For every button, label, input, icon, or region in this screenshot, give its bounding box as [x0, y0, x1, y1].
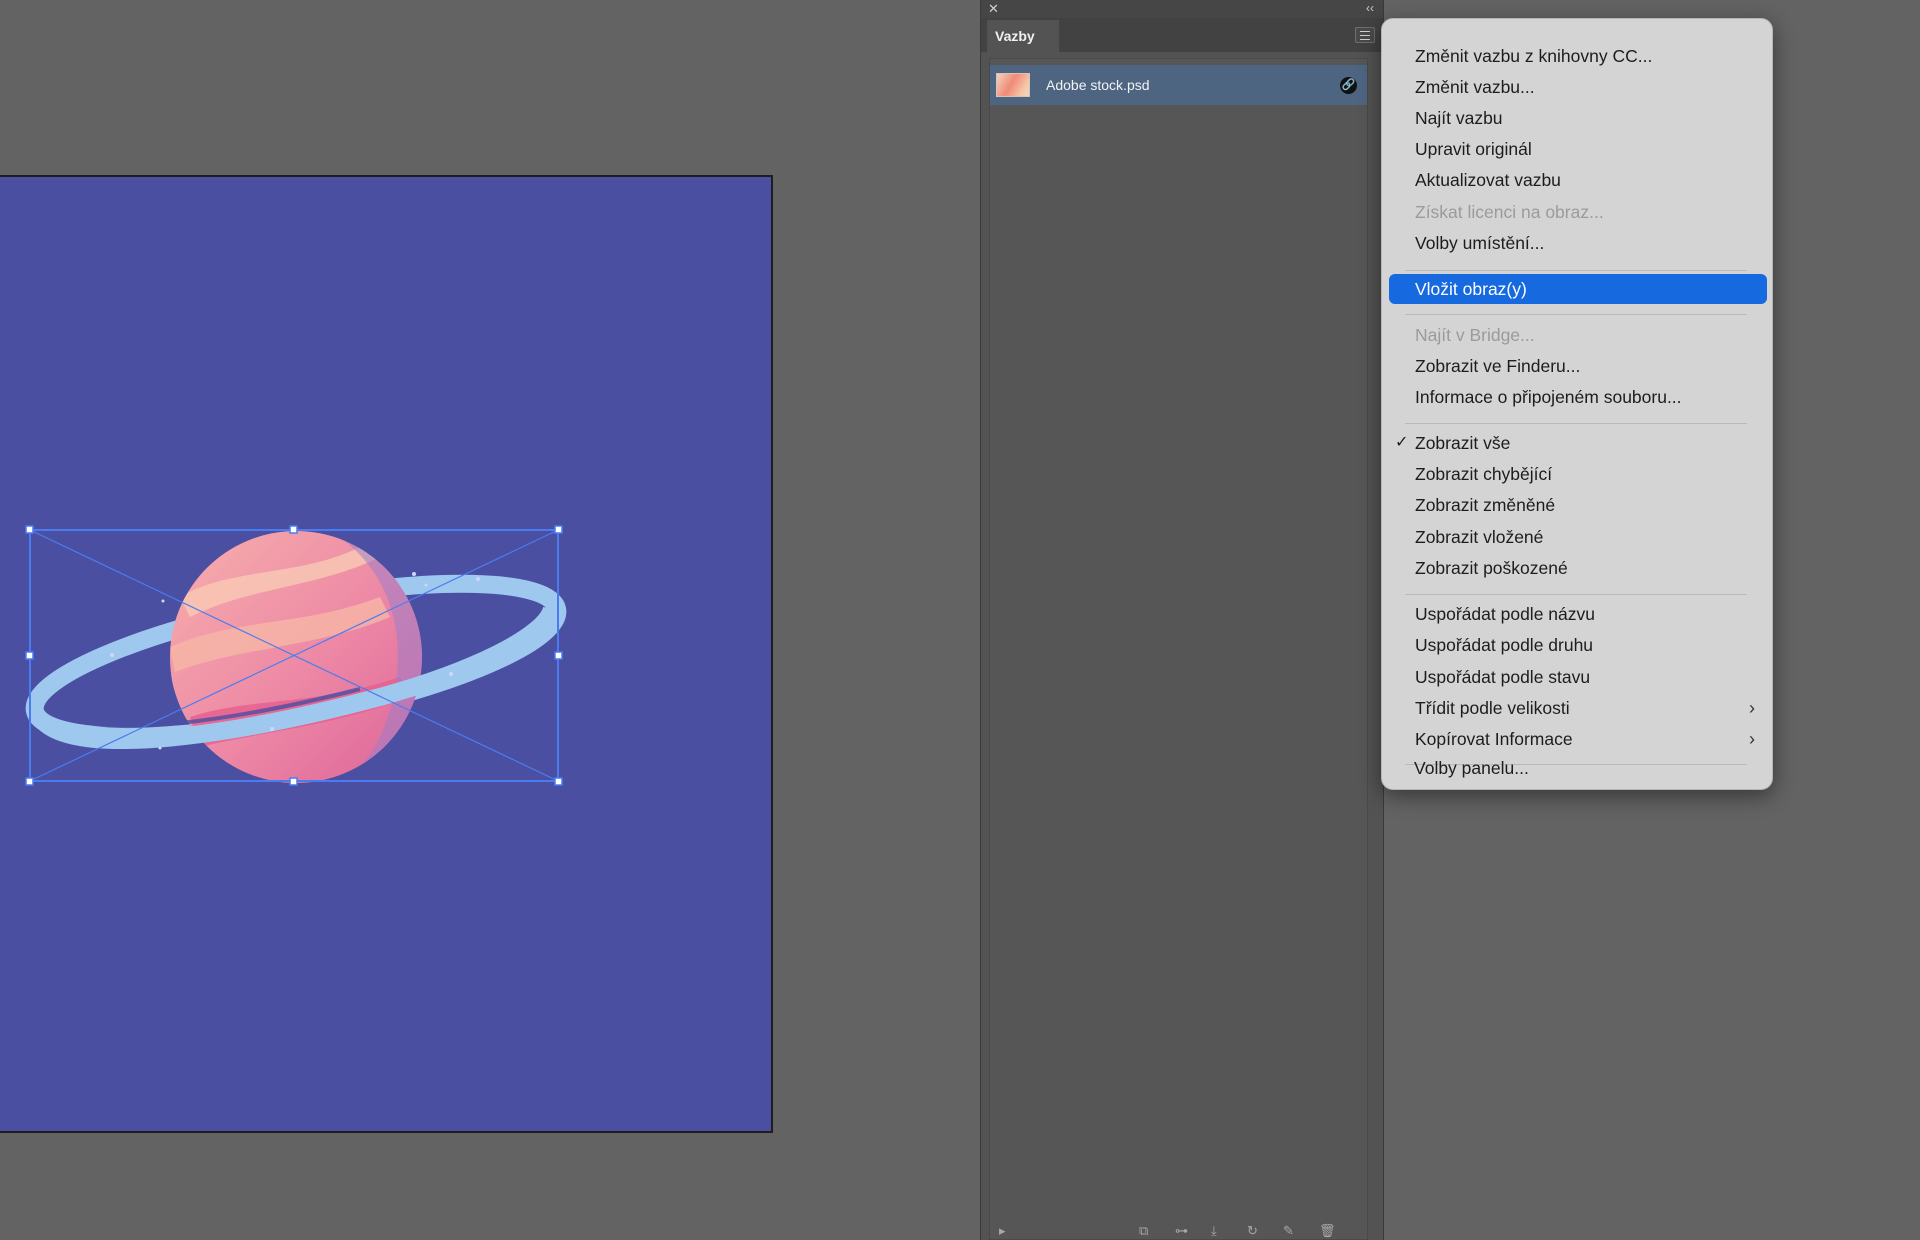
update-link-icon[interactable]: ↻: [1247, 1224, 1258, 1238]
context-menu: Změnit vazbu z knihovny CC... Změnit vaz…: [1381, 18, 1773, 790]
menu-item-relink[interactable]: Změnit vazbu...: [1389, 72, 1767, 102]
chevron-right-icon: ›: [1749, 729, 1755, 749]
list-item[interactable]: Adobe stock.psd 🔗: [990, 65, 1367, 105]
show-info-icon[interactable]: ▸: [999, 1224, 1006, 1238]
chevron-right-icon: ›: [1749, 698, 1755, 718]
menu-item-show-embedded[interactable]: Zobrazit vložené: [1389, 522, 1767, 552]
menu-item-show-modified[interactable]: Zobrazit změněné: [1389, 490, 1767, 520]
menu-item-panel-options[interactable]: Volby panelu...: [1388, 753, 1766, 783]
menu-item-reveal-in-finder[interactable]: Zobrazit ve Finderu...: [1389, 351, 1767, 381]
planet-body: [170, 531, 422, 783]
menu-item-relink-cc-library[interactable]: Změnit vazbu z knihovny CC...: [1389, 41, 1767, 71]
relink-icon[interactable]: ⊶: [1175, 1224, 1188, 1238]
menu-item-placement-options[interactable]: Volby umístění...: [1389, 228, 1767, 258]
go-to-link-icon[interactable]: ⤓: [1211, 1224, 1217, 1238]
menu-item-update-link[interactable]: Aktualizovat vazbu: [1389, 165, 1767, 195]
link-thumbnail: [996, 73, 1030, 97]
panel-bottom-toolbar: ▸ ⧉ ⊶ ⤓ ↻ ✎ 🗑: [981, 1222, 1383, 1240]
menu-item-link-file-info[interactable]: Informace o připojeném souboru...: [1389, 382, 1767, 412]
placed-image-planet[interactable]: [0, 177, 771, 1133]
edit-original-icon[interactable]: ✎: [1283, 1224, 1294, 1238]
collapse-icon[interactable]: ‹‹: [1366, 0, 1374, 16]
menu-item-sort-by-size[interactable]: Třídit podle velikosti ›: [1389, 693, 1767, 723]
links-panel: ✕ ‹‹ Vazby Adobe stock.psd 🔗 ▸ ⧉ ⊶ ⤓ ↻ ✎…: [980, 0, 1384, 1240]
menu-item-sort-by-name[interactable]: Uspořádat podle názvu: [1389, 599, 1767, 629]
artboard[interactable]: [0, 175, 773, 1133]
menu-item-embed-images[interactable]: Vložit obraz(y): [1389, 274, 1767, 304]
check-icon: ✓: [1395, 434, 1409, 451]
menu-separator: [1405, 270, 1747, 271]
close-icon[interactable]: ✕: [988, 1, 999, 17]
menu-item-sort-by-status[interactable]: Uspořádat podle stavu: [1389, 662, 1767, 692]
menu-separator: [1405, 594, 1747, 595]
menu-item-show-all[interactable]: ✓ Zobrazit vše: [1389, 428, 1767, 458]
menu-item-copy-info[interactable]: Kopírovat Informace ›: [1389, 724, 1767, 754]
menu-item-show-broken[interactable]: Zobrazit poškozené: [1389, 553, 1767, 583]
link-file-name: Adobe stock.psd: [1046, 77, 1150, 93]
links-list[interactable]: Adobe stock.psd 🔗: [989, 58, 1368, 1240]
menu-item-reveal-in-bridge: Najít v Bridge...: [1415, 325, 1535, 345]
link-icon: 🔗: [1340, 77, 1357, 94]
relink-cc-icon[interactable]: ⧉: [1139, 1224, 1148, 1238]
tab-links[interactable]: Vazby: [987, 20, 1059, 52]
menu-item-go-to-link[interactable]: Najít vazbu: [1389, 103, 1767, 133]
menu-item-license-image: Získat licenci na obraz...: [1415, 202, 1604, 222]
menu-item-sort-by-kind[interactable]: Uspořádat podle druhu: [1389, 630, 1767, 660]
trash-icon[interactable]: 🗑: [1319, 1224, 1336, 1238]
menu-item-show-missing[interactable]: Zobrazit chybějící: [1389, 459, 1767, 489]
panel-menu-button[interactable]: [1355, 27, 1375, 43]
menu-separator: [1405, 314, 1747, 315]
panel-header-bar: ✕ ‹‹: [981, 0, 1383, 18]
menu-separator: [1405, 423, 1747, 424]
panel-tab-bar: Vazby: [981, 18, 1383, 52]
menu-item-edit-original[interactable]: Upravit originál: [1389, 134, 1767, 164]
